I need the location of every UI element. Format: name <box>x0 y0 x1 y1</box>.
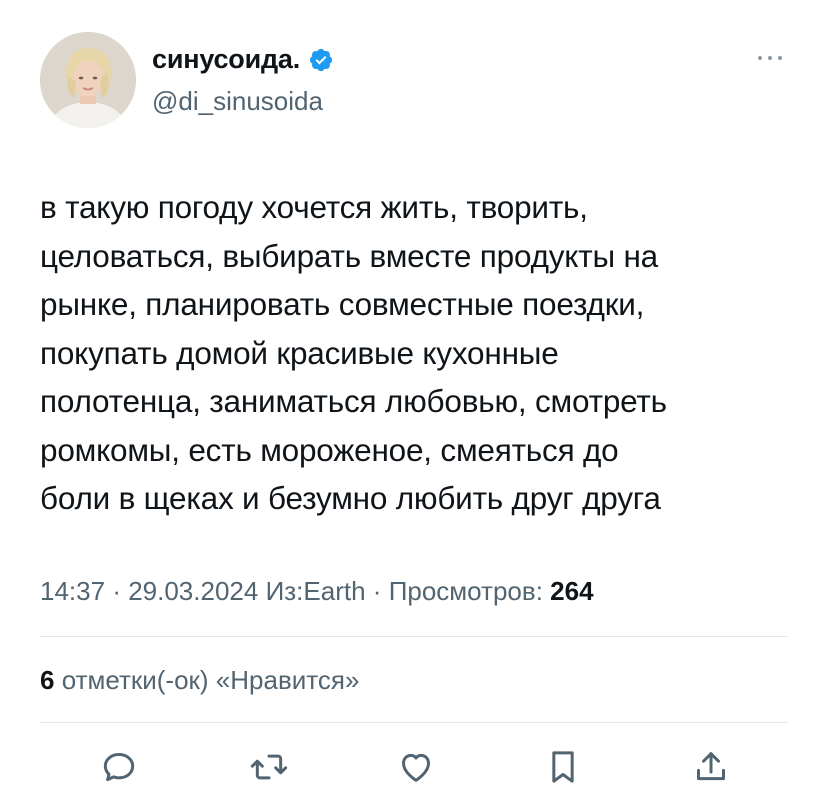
tweet-text-line: в такую погоду хочется жить, творить, <box>40 189 588 225</box>
reply-icon <box>103 753 135 782</box>
likes-summary[interactable]: 6 отметки(-ок) «Нравится» <box>40 665 359 696</box>
tweet-meta: 14:37 · 29.03.2024 Из:Earth · Просмотров… <box>40 576 594 607</box>
likes-count: 6 <box>40 665 55 695</box>
tweet-text-line: целоваться, выбирать вместе продукты на <box>40 237 658 274</box>
author-name-row[interactable]: синусоида. <box>152 44 334 75</box>
divider <box>40 636 788 637</box>
tweet-text: в такую погоду хочется жить, творить, це… <box>40 183 800 523</box>
reply-button[interactable] <box>94 742 144 792</box>
views-label: Просмотров: <box>388 576 543 606</box>
retweet-button[interactable] <box>244 742 294 792</box>
meta-separator: · <box>372 576 389 606</box>
meta-separator: · <box>112 576 129 606</box>
tweet-date[interactable]: 29.03.2024 <box>128 576 258 606</box>
avatar[interactable] <box>40 32 136 128</box>
more-options-icon[interactable] <box>752 50 788 66</box>
avatar-image <box>40 32 136 128</box>
tweet-text-line: покупать домой красивые кухонные <box>40 334 559 371</box>
tweet-text-line: боли в щеках и безумно любить друг друга <box>40 480 661 516</box>
retweet-icon <box>250 754 288 780</box>
tweet-text-line: полотенца, заниматься любовью, смотреть <box>40 383 667 419</box>
share-icon <box>697 752 725 781</box>
tweet-detail: синусоида. @di_sinusoida в такую погоду … <box>0 0 828 802</box>
bookmark-button[interactable] <box>538 742 588 792</box>
tweet-text-line: рынке, планировать совместные поездки, <box>40 286 645 322</box>
tweet-time[interactable]: 14:37 <box>40 576 105 606</box>
views-count: 264 <box>550 576 594 606</box>
action-bar <box>0 742 828 792</box>
author-name[interactable]: синусоида. <box>152 44 300 75</box>
likes-label: отметки(-ок) «Нравится» <box>61 665 360 695</box>
like-button[interactable] <box>391 742 441 792</box>
bookmark-icon <box>552 751 574 783</box>
author-handle[interactable]: @di_sinusoida <box>152 86 323 117</box>
divider <box>40 722 788 723</box>
verified-badge-icon <box>308 47 334 73</box>
tweet-source: Из:Earth <box>265 576 366 606</box>
share-button[interactable] <box>686 742 736 792</box>
tweet-text-line: ромкомы, есть мороженое, смеяться до <box>40 431 619 468</box>
heart-icon <box>402 753 430 782</box>
